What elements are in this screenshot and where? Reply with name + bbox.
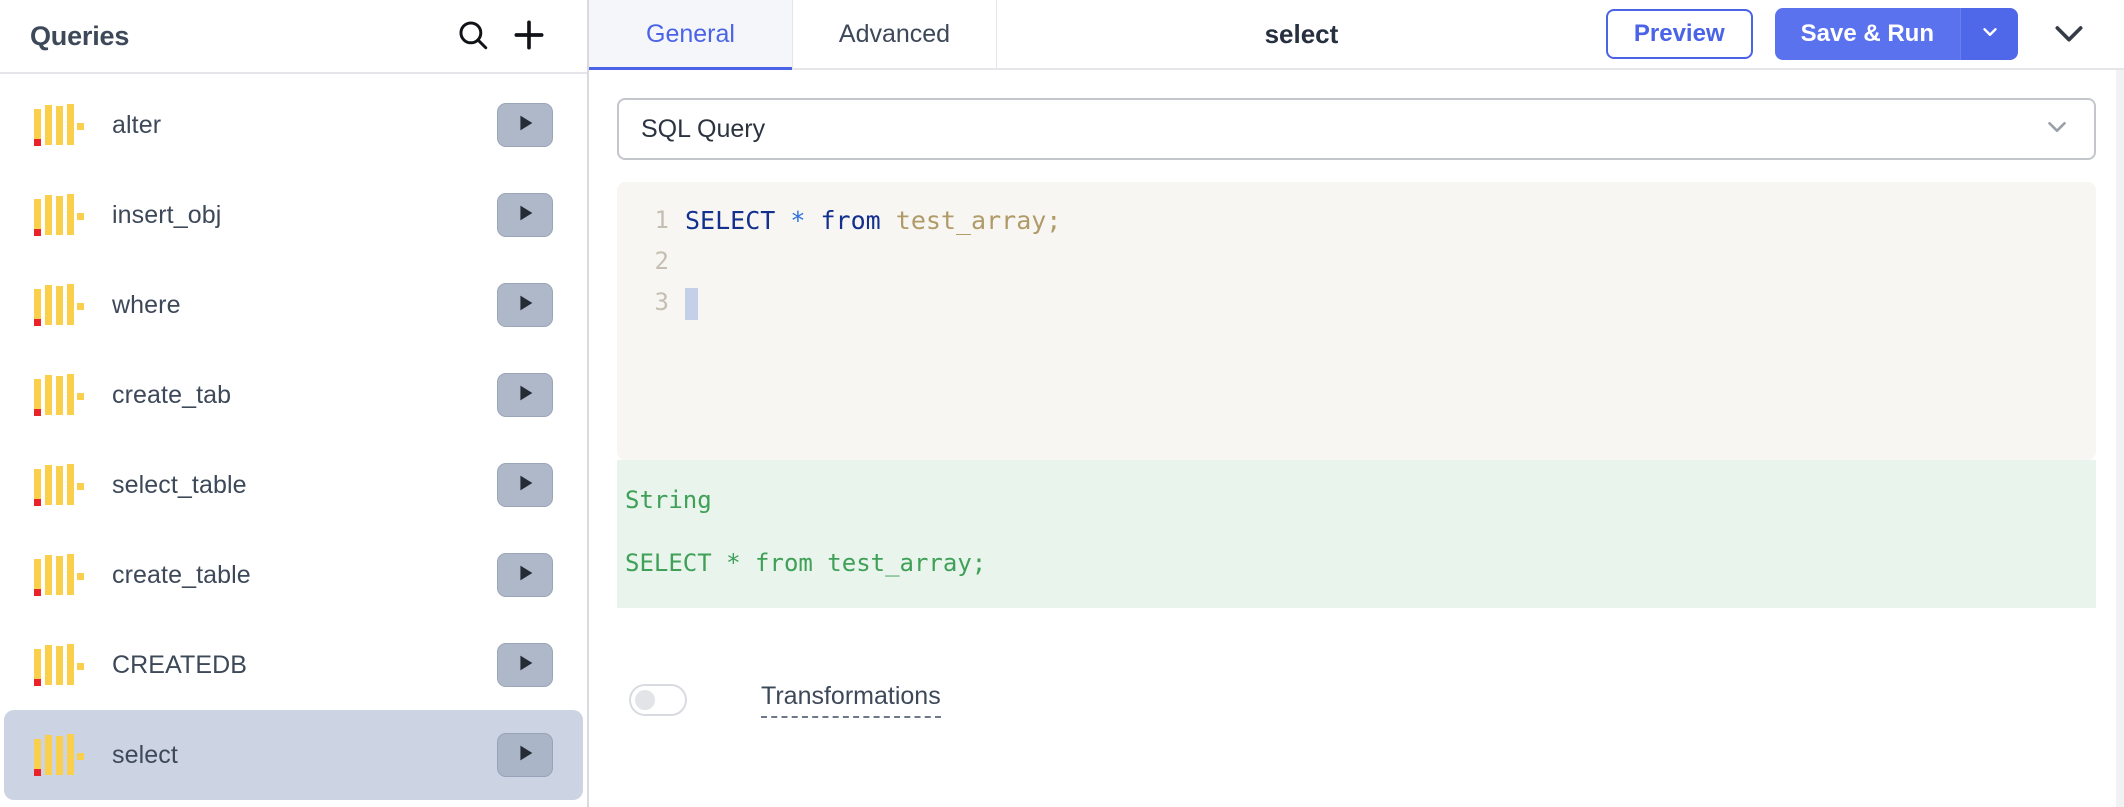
main-body: SQL Query 1 SELECT * from test_array; 2 3 S… xyxy=(589,70,2124,807)
run-query-button[interactable] xyxy=(497,643,553,687)
add-query-button[interactable] xyxy=(501,8,557,64)
query-list-item[interactable]: where xyxy=(4,260,583,350)
query-editor-app: Queries alter insert_obj where create_ta… xyxy=(0,0,2124,807)
page-title: Queries xyxy=(30,20,130,51)
search-icon xyxy=(456,18,490,55)
query-list-item-label: insert_obj xyxy=(112,200,222,229)
run-query-button[interactable] xyxy=(497,463,553,507)
query-list-item[interactable]: CREATEDB xyxy=(4,620,583,710)
query-list-item[interactable]: select_table xyxy=(4,440,583,530)
run-query-button[interactable] xyxy=(497,373,553,417)
play-icon xyxy=(514,382,536,409)
query-bars-icon xyxy=(32,282,84,328)
save-and-run-button[interactable]: Save & Run xyxy=(1774,8,1960,60)
run-query-button[interactable] xyxy=(497,103,553,147)
queries-sidebar: Queries alter insert_obj where create_ta… xyxy=(0,0,589,807)
query-list: alter insert_objwhere create_tab select_tab… xyxy=(0,74,587,807)
code-token: from xyxy=(820,206,881,235)
query-list-item-label: CREATEDB xyxy=(112,650,248,679)
result-type-label: String xyxy=(625,486,712,514)
code-line-content xyxy=(685,282,2096,323)
transformations-label: Transformations xyxy=(761,682,941,719)
tab-advanced-label: Advanced xyxy=(838,19,951,48)
tab-general-label: General xyxy=(646,19,735,48)
query-bars-icon xyxy=(32,732,84,778)
result-value: SELECT * from test_array; xyxy=(625,549,987,578)
query-bars-icon xyxy=(32,642,84,688)
collapse-panel-button[interactable] xyxy=(2040,5,2098,63)
query-list-item[interactable]: create_table xyxy=(4,530,583,620)
chevron-down-icon xyxy=(2049,13,2089,56)
code-token: * xyxy=(790,206,806,235)
chevron-down-icon xyxy=(1979,21,2001,48)
query-result-panel: String SELECT * from test_array; xyxy=(617,460,2096,609)
code-token: ; xyxy=(1046,206,1062,235)
vertical-scrollbar[interactable] xyxy=(2116,70,2124,807)
toggle-knob xyxy=(635,690,655,711)
tab-general[interactable]: General xyxy=(589,0,793,70)
query-list-item-label: create_tab xyxy=(112,380,232,409)
play-icon xyxy=(514,292,536,319)
query-list-item-label: create_table xyxy=(112,560,251,589)
sql-code-editor[interactable]: 1 SELECT * from test_array; 2 3 xyxy=(617,182,2096,460)
play-icon xyxy=(514,112,536,139)
play-icon xyxy=(514,562,536,589)
play-icon xyxy=(514,202,536,229)
query-bars-icon xyxy=(32,192,84,238)
chevron-down-icon xyxy=(2042,112,2072,147)
query-list-item[interactable]: alter xyxy=(4,80,583,170)
transformations-row: Transformations xyxy=(617,682,2096,719)
query-list-item[interactable]: insert_obj xyxy=(4,170,583,260)
tab-advanced[interactable]: Advanced xyxy=(793,0,997,68)
code-line: 1 SELECT * from test_array; xyxy=(617,200,2096,241)
text-cursor xyxy=(685,288,698,320)
transformations-toggle[interactable] xyxy=(629,684,687,717)
main-panel: General Advanced select Preview Save & R… xyxy=(589,0,2124,807)
play-icon xyxy=(514,472,536,499)
query-bars-icon xyxy=(32,372,84,418)
save-run-dropdown-button[interactable] xyxy=(1960,8,2018,60)
run-query-button[interactable] xyxy=(497,733,553,777)
code-line: 2 xyxy=(617,241,2096,282)
header-actions: Preview Save & Run xyxy=(1605,0,2124,68)
query-list-item-label: select xyxy=(112,740,178,769)
code-token: SELECT xyxy=(685,206,776,235)
play-icon xyxy=(514,652,536,679)
code-line: 3 xyxy=(617,282,2096,323)
query-type-value: SQL Query xyxy=(641,114,766,143)
line-number: 2 xyxy=(654,247,669,275)
query-bars-icon xyxy=(32,102,84,148)
query-type-select[interactable]: SQL Query xyxy=(617,98,2096,160)
sidebar-header: Queries xyxy=(0,0,587,74)
plus-icon xyxy=(510,16,548,57)
code-token: test_array xyxy=(895,206,1047,235)
line-number: 3 xyxy=(654,288,669,316)
header-title-container: select xyxy=(997,0,1606,68)
query-list-item[interactable]: select xyxy=(4,710,583,800)
run-query-button[interactable] xyxy=(497,283,553,327)
query-name-title: select xyxy=(1264,18,1339,49)
run-query-button[interactable] xyxy=(497,553,553,597)
query-bars-icon xyxy=(32,462,84,508)
code-line-content: SELECT * from test_array; xyxy=(685,200,2096,241)
save-run-group: Save & Run xyxy=(1774,8,2018,60)
preview-button[interactable]: Preview xyxy=(1605,9,1753,59)
query-list-item-label: select_table xyxy=(112,470,247,499)
main-header: General Advanced select Preview Save & R… xyxy=(589,0,2124,70)
line-number: 1 xyxy=(654,206,669,234)
search-button[interactable] xyxy=(445,8,501,64)
query-bars-icon xyxy=(32,552,84,598)
query-list-item-label: alter xyxy=(112,110,162,139)
query-list-item-label: where xyxy=(112,290,181,319)
play-icon xyxy=(514,742,536,769)
query-list-item[interactable]: create_tab xyxy=(4,350,583,440)
run-query-button[interactable] xyxy=(497,193,553,237)
